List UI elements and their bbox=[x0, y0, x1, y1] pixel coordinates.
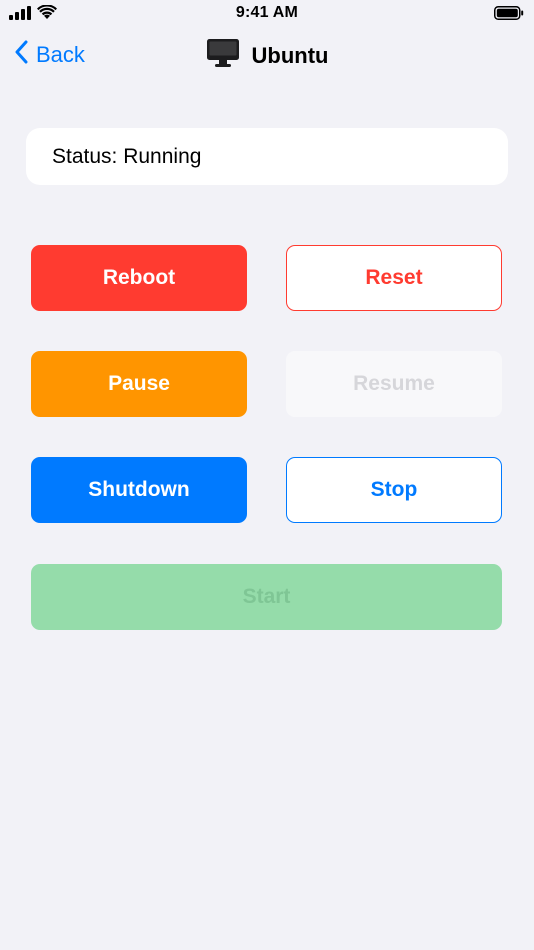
shutdown-button[interactable]: Shutdown bbox=[31, 457, 247, 523]
page-title: Ubuntu bbox=[0, 38, 534, 74]
start-button[interactable]: Start bbox=[31, 564, 502, 630]
page-title-text: Ubuntu bbox=[251, 43, 329, 68]
stop-button[interactable]: Stop bbox=[286, 457, 502, 523]
reset-button[interactable]: Reset bbox=[286, 245, 502, 311]
status-text: Status: Running bbox=[52, 144, 202, 168]
desktop-computer-icon bbox=[206, 38, 240, 74]
status-card: Status: Running bbox=[26, 128, 508, 185]
resume-button[interactable]: Resume bbox=[286, 351, 502, 417]
status-bar: 9:41 AM bbox=[0, 0, 534, 30]
status-bar-time: 9:41 AM bbox=[235, 4, 299, 21]
battery-icon bbox=[494, 6, 524, 25]
navigation-bar: Back Ubuntu bbox=[0, 30, 534, 80]
reboot-button[interactable]: Reboot bbox=[31, 245, 247, 311]
pause-button[interactable]: Pause bbox=[31, 351, 247, 417]
